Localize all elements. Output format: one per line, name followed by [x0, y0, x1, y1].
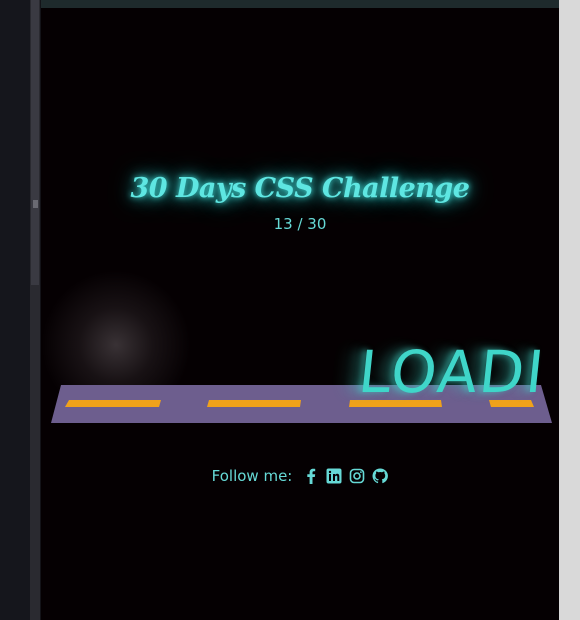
linkedin-icon[interactable] [325, 468, 342, 485]
instagram-icon[interactable] [348, 468, 365, 485]
preview-scrollbar[interactable] [559, 0, 580, 620]
preview-pane: 30 Days CSS Challenge 13 / 30 LOADI Foll… [41, 0, 559, 620]
follow-bar: Follow me: [41, 467, 559, 485]
lane-marking [207, 400, 301, 407]
follow-label: Follow me: [211, 467, 293, 485]
facebook-icon[interactable] [302, 468, 319, 485]
window: 30 Days CSS Challenge 13 / 30 LOADI Foll… [0, 0, 580, 620]
editor-scrollbar-thumb[interactable] [31, 0, 39, 285]
day-counter: 13 / 30 [273, 215, 327, 233]
lane-marking [65, 400, 161, 407]
pane-resize-handle[interactable] [33, 200, 38, 208]
preview-top-bar [41, 0, 559, 8]
loading-text: LOADI [355, 338, 549, 406]
editor-gutter [0, 0, 30, 620]
page-title: 30 Days CSS Challenge [130, 173, 470, 204]
github-icon[interactable] [371, 468, 388, 485]
